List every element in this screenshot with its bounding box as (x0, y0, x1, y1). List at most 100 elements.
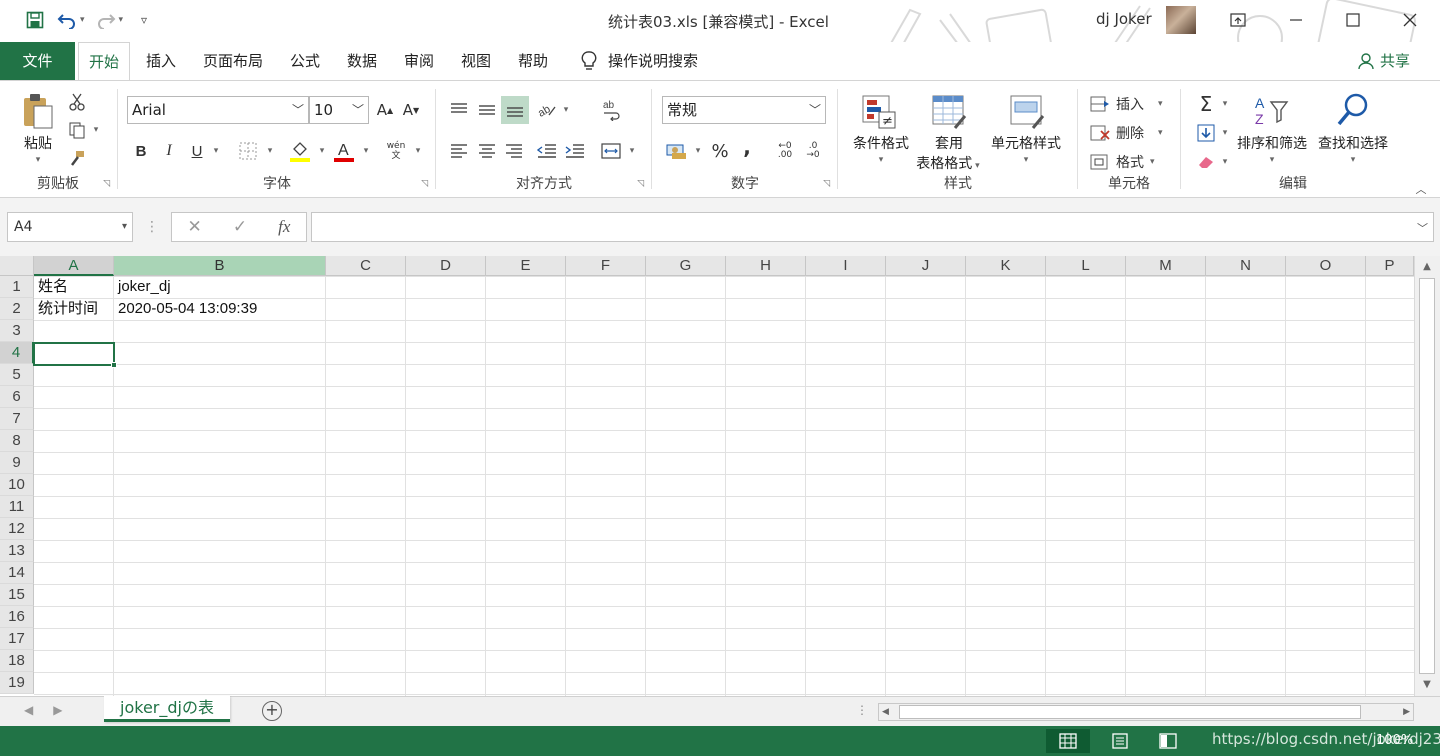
redo-dropdown-icon[interactable]: ▾ (119, 15, 124, 25)
find-select-label[interactable]: 查找和选择 (1313, 133, 1393, 153)
normal-view-icon[interactable] (1046, 729, 1090, 753)
customize-qat-icon[interactable]: ▿ (133, 9, 155, 31)
row-header-17[interactable]: 17 (0, 628, 34, 650)
increase-decimal-button[interactable]: ←0.00 (772, 137, 798, 165)
avatar[interactable] (1166, 6, 1196, 34)
number-launcher-icon[interactable]: ◹ (823, 179, 830, 189)
redo-icon[interactable] (95, 9, 117, 31)
active-cell-a4[interactable] (33, 342, 117, 368)
autosum-icon[interactable]: Σ (1193, 91, 1219, 117)
shrink-font-button[interactable]: A ▼ (400, 98, 422, 122)
cell-b2[interactable]: 2020-05-04 13:09:39 (114, 298, 257, 320)
row-header-15[interactable]: 15 (0, 584, 34, 606)
sheet-tab[interactable]: joker_djの表 (104, 696, 230, 722)
font-color-icon[interactable]: A (332, 137, 356, 165)
underline-dropdown-icon[interactable]: ▾ (210, 143, 222, 159)
row-header-1[interactable]: 1 (0, 276, 34, 298)
expand-formula-bar-icon[interactable]: ﹀ (1417, 220, 1428, 236)
row-header-2[interactable]: 2 (0, 298, 34, 320)
wrap-text-icon[interactable]: ab (598, 96, 624, 124)
copy-icon[interactable] (66, 119, 88, 141)
add-sheet-icon[interactable]: + (262, 701, 282, 721)
insert-function-icon[interactable]: fx (278, 217, 290, 237)
row-header-3[interactable]: 3 (0, 320, 34, 342)
column-header-b[interactable]: B (114, 256, 326, 276)
tell-me-search[interactable]: 操作说明搜索 (580, 42, 698, 80)
maximize-button[interactable] (1325, 0, 1381, 40)
find-select-icon[interactable] (1333, 91, 1373, 129)
italic-button[interactable]: I (158, 139, 180, 163)
tab-insert[interactable]: 插入 (138, 42, 184, 80)
row-header-12[interactable]: 12 (0, 518, 34, 540)
tab-home[interactable]: 开始 (78, 42, 130, 82)
sort-filter-label[interactable]: 排序和筛选 (1235, 133, 1309, 153)
scroll-left-icon[interactable]: ◀ (882, 704, 889, 720)
font-name-select[interactable]: Arial ﹀ (127, 96, 309, 124)
row-header-16[interactable]: 16 (0, 606, 34, 628)
tab-view[interactable]: 视图 (453, 42, 499, 80)
sort-filter-icon[interactable]: AZ (1251, 93, 1291, 129)
share-button[interactable]: 共享 (1358, 42, 1410, 80)
ribbon-display-options-button[interactable] (1210, 0, 1266, 40)
merge-dropdown-icon[interactable]: ▾ (626, 143, 638, 159)
format-as-table-icon[interactable] (930, 93, 968, 131)
undo-icon[interactable] (56, 9, 78, 31)
fill-color-icon[interactable] (288, 137, 312, 165)
scroll-down-icon[interactable]: ▼ (1418, 676, 1436, 694)
column-header-i[interactable]: I (806, 256, 886, 276)
cell-a1[interactable]: 姓名 (34, 276, 68, 298)
alignment-launcher-icon[interactable]: ◹ (637, 179, 644, 189)
fill-color-dropdown-icon[interactable]: ▾ (316, 143, 328, 159)
paste-dropdown-icon[interactable]: ▾ (16, 155, 60, 165)
decrease-indent-icon[interactable] (534, 137, 560, 165)
row-header-10[interactable]: 10 (0, 474, 34, 496)
merge-center-icon[interactable] (598, 137, 624, 165)
row-header-13[interactable]: 13 (0, 540, 34, 562)
column-header-h[interactable]: H (726, 256, 806, 276)
collapse-ribbon-icon[interactable]: ︿ (1412, 181, 1430, 197)
column-header-d[interactable]: D (406, 256, 486, 276)
minimize-button[interactable] (1268, 0, 1324, 40)
tab-page-layout[interactable]: 页面布局 (196, 42, 270, 80)
save-icon[interactable] (24, 9, 46, 31)
find-select-dropdown-icon[interactable]: ▾ (1313, 155, 1393, 165)
accounting-format-icon[interactable] (664, 137, 690, 165)
scroll-up-icon[interactable]: ▲ (1418, 258, 1436, 276)
user-name[interactable]: dj Joker (1096, 10, 1152, 28)
tab-split-handle-icon[interactable]: ⋮ (856, 703, 868, 717)
column-header-c[interactable]: C (326, 256, 406, 276)
tab-file[interactable]: 文件 (0, 42, 75, 80)
column-header-m[interactable]: M (1126, 256, 1206, 276)
column-header-f[interactable]: F (566, 256, 646, 276)
sheet-next-icon[interactable]: ▶ (53, 703, 62, 717)
tab-data[interactable]: 数据 (339, 42, 385, 80)
row-header-18[interactable]: 18 (0, 650, 34, 672)
fill-dropdown-icon[interactable]: ▾ (1219, 126, 1231, 140)
close-button[interactable] (1382, 0, 1438, 40)
align-middle-icon[interactable] (474, 96, 500, 124)
column-header-l[interactable]: L (1046, 256, 1126, 276)
select-all-button[interactable] (0, 256, 34, 276)
decrease-decimal-button[interactable]: .0 →0 (800, 137, 826, 165)
tab-review[interactable]: 审阅 (397, 42, 441, 80)
zoom-level[interactable]: 100% (1376, 733, 1413, 748)
sheet-prev-icon[interactable]: ◀ (24, 703, 33, 717)
column-header-a[interactable]: A (34, 256, 114, 276)
row-header-6[interactable]: 6 (0, 386, 34, 408)
cut-icon[interactable] (66, 91, 88, 113)
formula-input[interactable]: ﹀ (311, 212, 1434, 242)
page-layout-view-icon[interactable] (1098, 729, 1142, 753)
fill-icon[interactable] (1193, 120, 1219, 146)
column-header-o[interactable]: O (1286, 256, 1366, 276)
name-box[interactable]: A4 ▾ (7, 212, 133, 242)
row-header-14[interactable]: 14 (0, 562, 34, 584)
undo-dropdown-icon[interactable]: ▾ (80, 15, 85, 25)
font-size-select[interactable]: 10 ﹀ (309, 96, 369, 124)
row-header-5[interactable]: 5 (0, 364, 34, 386)
copy-dropdown-icon[interactable]: ▾ (90, 123, 102, 137)
clipboard-launcher-icon[interactable]: ◹ (103, 179, 110, 189)
autosum-dropdown-icon[interactable]: ▾ (1219, 97, 1231, 111)
format-cells-button[interactable]: 格式 ▾ (1090, 149, 1176, 175)
phonetic-guide-icon[interactable]: wén 文 (384, 137, 408, 165)
percent-button[interactable]: % (708, 137, 732, 165)
